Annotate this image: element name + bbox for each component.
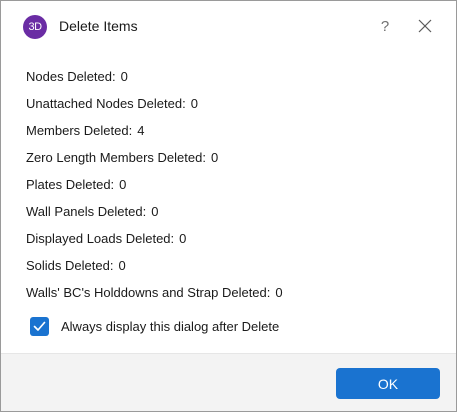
summary-label: Walls' BC's Holddowns and Strap Deleted: (26, 285, 271, 300)
always-display-checkbox[interactable] (30, 316, 49, 336)
summary-row-walls-holddowns: Walls' BC's Holddowns and Strap Deleted:… (26, 285, 283, 300)
dialog-title: Delete Items (59, 18, 138, 34)
summary-row-plates: Plates Deleted: 0 (26, 177, 126, 192)
summary-row-nodes: Nodes Deleted: 0 (26, 69, 128, 84)
summary-label: Displayed Loads Deleted: (26, 231, 175, 246)
dialog-content: Nodes Deleted: 0 Unattached Nodes Deleted… (1, 53, 456, 353)
summary-row-displayed-loads: Displayed Loads Deleted: 0 (26, 231, 186, 246)
summary-value: 4 (137, 123, 145, 138)
summary-label: Unattached Nodes Deleted: (26, 96, 186, 111)
ok-button[interactable]: OK (336, 368, 440, 399)
summary-value: 0 (190, 96, 198, 111)
summary-row-zero-length-members: Zero Length Members Deleted: 0 (26, 150, 218, 165)
summary-label: Plates Deleted: (26, 177, 115, 192)
summary-value: 0 (118, 258, 126, 273)
summary-row-unattached-nodes: Unattached Nodes Deleted: 0 (26, 96, 198, 111)
summary-value: 0 (120, 69, 128, 84)
title-bar: 3D Delete Items ? (1, 1, 456, 53)
summary-value: 0 (179, 231, 187, 246)
close-icon (418, 19, 432, 33)
delete-items-dialog: 3D Delete Items ? Nodes Deleted: 0 Unatta… (0, 0, 457, 412)
dialog-footer: OK (1, 353, 456, 411)
summary-value: 0 (151, 204, 159, 219)
summary-value: 0 (119, 177, 127, 192)
summary-value: 0 (275, 285, 283, 300)
close-button[interactable] (413, 14, 437, 38)
summary-label: Zero Length Members Deleted: (26, 150, 206, 165)
summary-label: Nodes Deleted: (26, 69, 116, 84)
summary-row-solids: Solids Deleted: 0 (26, 258, 126, 273)
summary-row-wall-panels: Wall Panels Deleted: 0 (26, 204, 158, 219)
summary-label: Members Deleted: (26, 123, 133, 138)
summary-label: Solids Deleted: (26, 258, 114, 273)
summary-row-members: Members Deleted: 4 (26, 123, 144, 138)
always-display-option[interactable]: Always display this dialog after Delete (30, 316, 279, 336)
always-display-label: Always display this dialog after Delete (61, 318, 280, 334)
checkmark-icon (33, 321, 46, 331)
summary-value: 0 (210, 150, 219, 165)
help-button[interactable]: ? (373, 15, 397, 39)
summary-label: Wall Panels Deleted: (26, 204, 147, 219)
app-logo-icon: 3D (23, 15, 47, 39)
